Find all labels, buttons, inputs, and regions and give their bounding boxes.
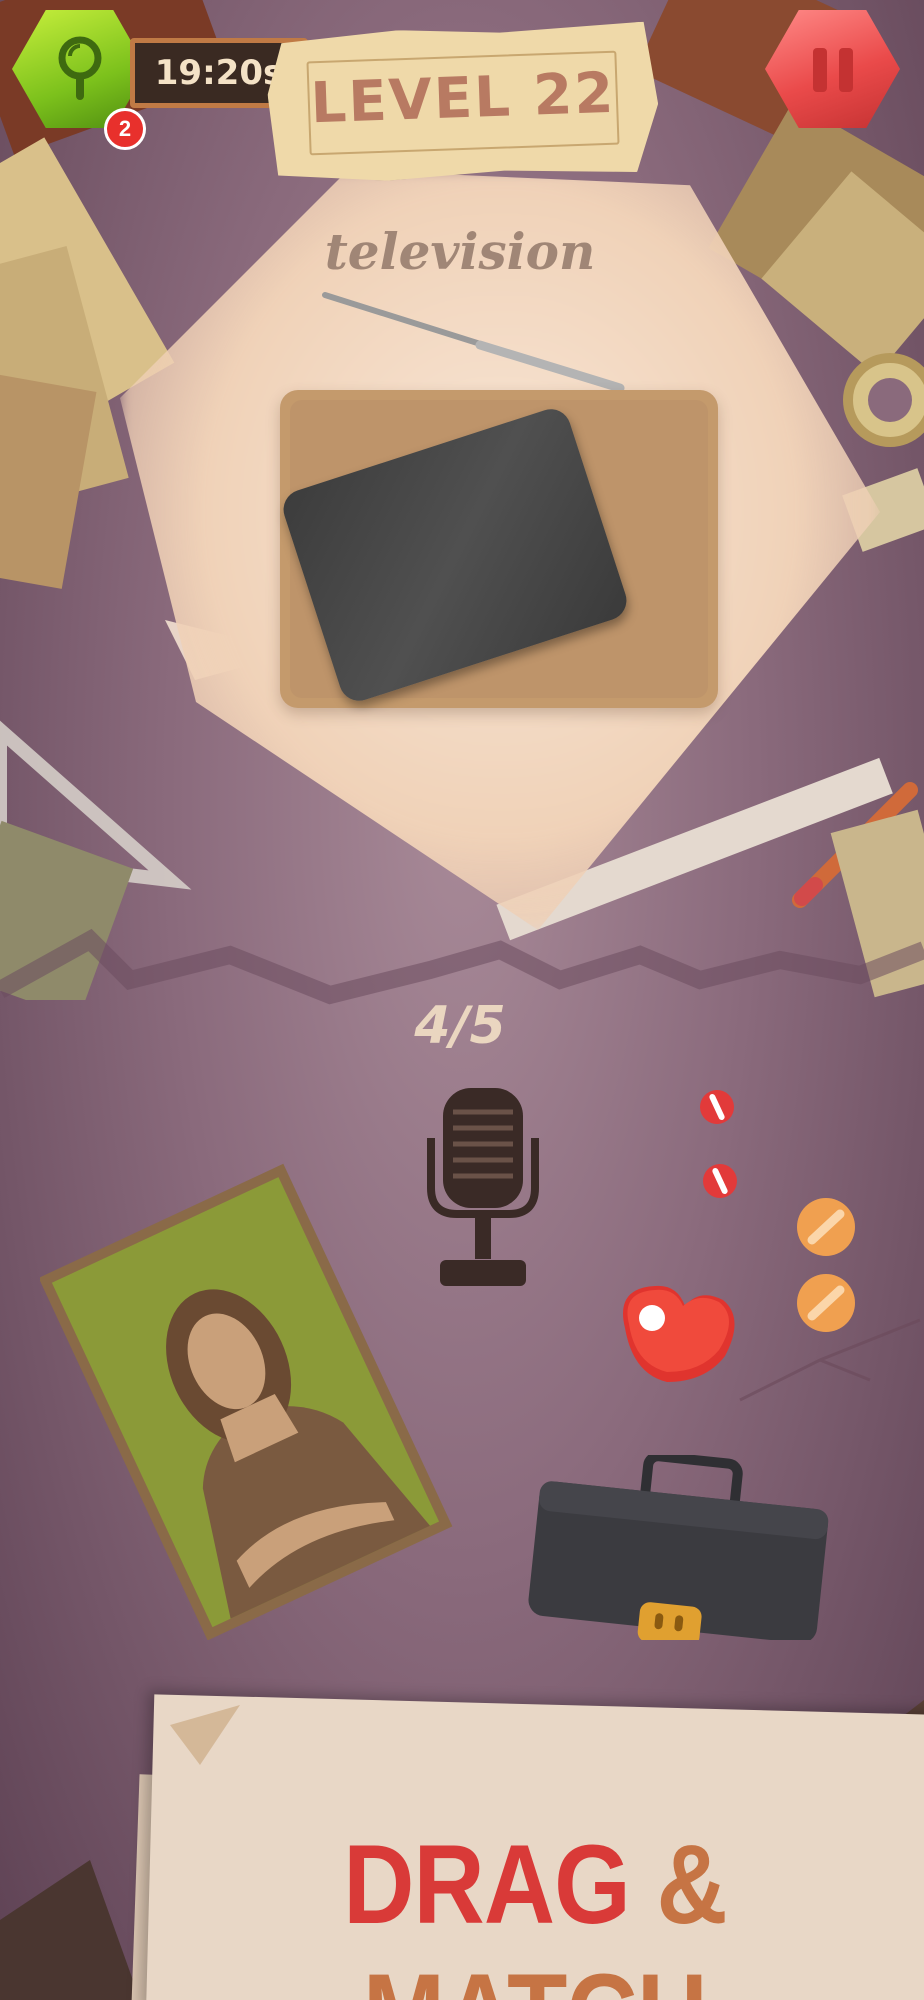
magnifier-icon: [58, 36, 102, 100]
red-heart-pill-item[interactable]: [615, 1278, 740, 1388]
drag-match-caption: DRAG & MATCH: [196, 1820, 874, 2000]
hint-count-badge: 2: [104, 108, 146, 150]
game-scene: 2 19:20s LEVEL 22 television 4/5 DRAG &: [0, 0, 924, 2000]
red-pills-item[interactable]: [695, 1085, 765, 1210]
level-title: LEVEL 22: [309, 60, 617, 137]
hint-button[interactable]: 2: [12, 10, 147, 150]
antenna-icon: [322, 292, 625, 390]
cracks-decoration: [739, 1318, 921, 1402]
progress-counter: 4/5: [414, 996, 506, 1056]
target-word: television: [324, 222, 596, 281]
pause-icon: [813, 48, 827, 92]
caption-word-drag: DRAG: [343, 1822, 631, 1947]
card-fold-corner: [170, 1705, 240, 1765]
